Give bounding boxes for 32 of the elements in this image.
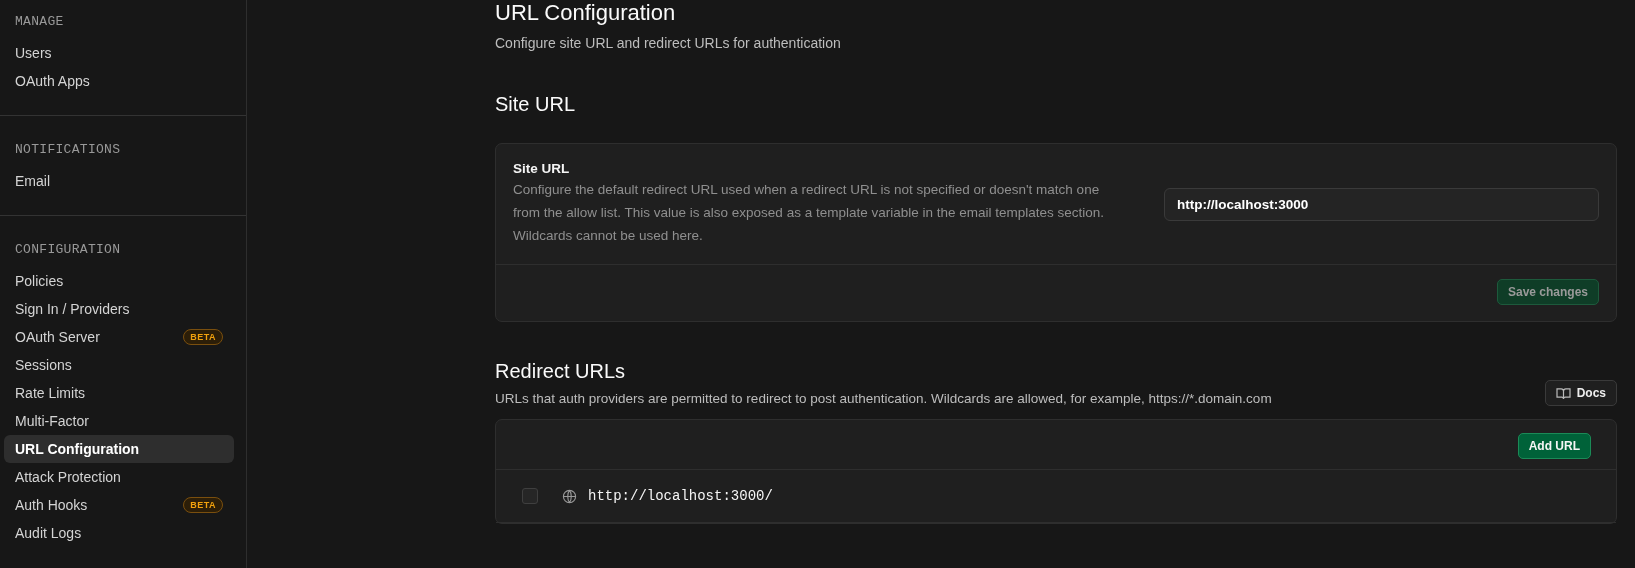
sidebar-item[interactable]: Sign In / Providers — [4, 295, 234, 323]
sidebar-item[interactable]: Sessions — [4, 351, 234, 379]
sidebar-item[interactable]: Policies — [4, 267, 234, 295]
section-heading: NOTIFICATIONS — [14, 142, 122, 157]
sidebar-item[interactable]: URL Configuration — [4, 435, 234, 463]
page-title: URL Configuration — [495, 0, 677, 26]
section-heading: Site URL — [495, 93, 577, 116]
book-icon — [1555, 386, 1571, 400]
sidebar-item[interactable]: Email — [4, 167, 234, 195]
url-input[interactable]: http://localhost:3000 — [1164, 187, 1599, 221]
sidebar-item[interactable]: Rate Limits — [4, 379, 234, 407]
docs-button[interactable]: Docs — [1544, 380, 1617, 406]
section-heading: Redirect URLs — [495, 360, 627, 383]
sidebar-item[interactable]: OAuth Apps — [4, 67, 234, 95]
section-heading: MANAGE — [14, 14, 65, 29]
field-label: Site URL — [513, 161, 571, 176]
field-description: Configure the default redirect URL used when a redirect URL is not specified or doesn't match one from the allow list. This value is also exposed as a template variable in the email templates section. Wildcards cannot be used here. — [513, 181, 1106, 245]
globe-icon — [562, 488, 577, 504]
page-subtitle: Configure site URL and redirect URLs for authentication — [495, 35, 842, 51]
url-text: http://localhost:3000/ — [588, 488, 773, 504]
sidebar-item[interactable]: Audit Logs — [4, 519, 234, 547]
sidebar-item[interactable]: Multi-Factor — [4, 407, 234, 435]
sidebar-item[interactable]: Users — [4, 39, 234, 67]
sidebar-item[interactable]: OAuth Server BETA — [4, 323, 234, 351]
beta-badge: BETA — [183, 497, 223, 513]
sidebar-item[interactable]: Auth Hooks BETA — [4, 491, 234, 519]
sidebar-item[interactable]: Attack Protection — [4, 463, 234, 491]
section-heading: CONFIGURATION — [14, 242, 122, 257]
add-url-button[interactable]: Add URL — [1517, 433, 1591, 459]
checkbox[interactable] — [522, 488, 538, 504]
section-description: URLs that auth providers are permitted to redirect to post authentication. Wildcards are allowed, for example, https://*.domain.com — [495, 391, 1272, 406]
beta-badge: BETA — [183, 329, 223, 345]
